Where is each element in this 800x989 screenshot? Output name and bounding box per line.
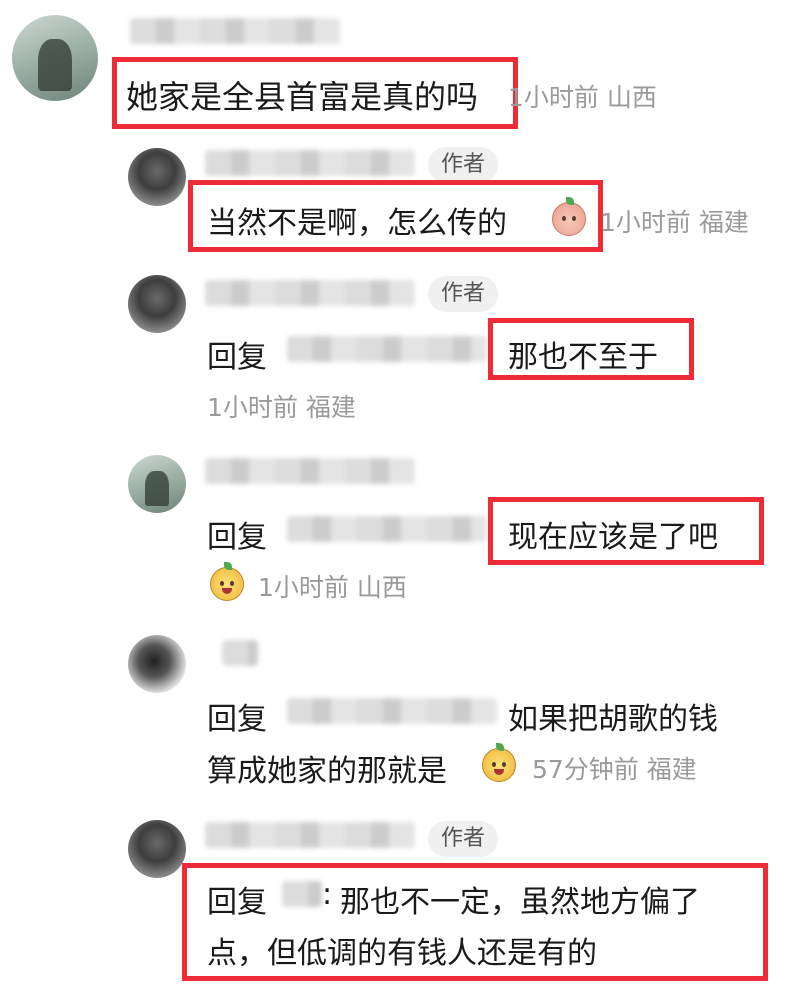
comment-meta: 1小时前 福建 xyxy=(207,393,356,422)
comment-text: 当然不是啊，怎么传的 xyxy=(207,206,507,241)
author-badge: 作者 xyxy=(428,147,499,183)
comment-text: 她家是全县首富是真的吗 xyxy=(126,78,479,116)
reply-prefix: 回复 xyxy=(207,702,267,737)
blurred-reply-target[interactable] xyxy=(287,336,487,362)
blurred-username[interactable] xyxy=(222,640,258,666)
blurred-reply-target[interactable] xyxy=(287,516,487,542)
blurred-username[interactable] xyxy=(205,150,415,176)
comment-meta: 1小时前 福建 xyxy=(600,208,749,237)
comment-text-line2: 算成她家的那就是 xyxy=(207,754,447,789)
avatar[interactable] xyxy=(128,635,186,693)
author-badge: 作者 xyxy=(428,821,499,857)
bear-face-icon xyxy=(482,743,516,782)
reply-prefix: 回复 xyxy=(207,885,267,920)
comment-text-line1: 那也不一定，虽然地方偏了 xyxy=(340,885,700,920)
comment-meta: 1小时前 山西 xyxy=(508,83,657,112)
reply-prefix: 回复 xyxy=(207,340,267,375)
blurred-username[interactable] xyxy=(205,822,415,848)
blurred-username[interactable] xyxy=(205,280,415,306)
avatar[interactable] xyxy=(128,820,186,878)
blurred-reply-target[interactable] xyxy=(282,881,322,907)
blurred-username[interactable] xyxy=(130,18,340,44)
comment-text-line2: 点，但低调的有钱人还是有的 xyxy=(207,936,597,971)
reply-separator: : xyxy=(322,877,333,912)
blurred-username[interactable] xyxy=(205,458,415,484)
reply-prefix: 回复 xyxy=(207,520,267,555)
comment-text: 那也不至于 xyxy=(508,340,658,375)
avatar[interactable] xyxy=(128,275,186,333)
peach-face-icon xyxy=(552,197,586,236)
avatar[interactable] xyxy=(128,455,186,513)
bear-face-icon xyxy=(210,562,244,601)
comment-meta: 57分钟前 福建 xyxy=(532,755,697,784)
comment-text-line1: 如果把胡歌的钱 xyxy=(508,702,718,737)
avatar[interactable] xyxy=(12,15,98,101)
author-badge: 作者 xyxy=(428,276,499,312)
comment-meta: 1小时前 山西 xyxy=(258,573,407,602)
avatar[interactable] xyxy=(128,148,186,206)
comment-text: 现在应该是了吧 xyxy=(508,520,718,555)
blurred-reply-target[interactable] xyxy=(287,698,497,724)
